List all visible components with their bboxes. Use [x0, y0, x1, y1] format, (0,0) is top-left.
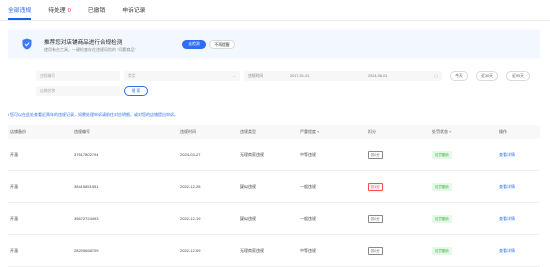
- status-badge: 处罚撤销: [432, 247, 452, 255]
- type-select-placeholder: 类型: [128, 74, 136, 78]
- search-button[interactable]: 搜 索: [124, 86, 148, 96]
- view-detail-link[interactable]: 查看详情: [499, 139, 515, 171]
- go-check-button[interactable]: 去检测: [182, 40, 206, 49]
- col-points: 扣分: [368, 129, 376, 134]
- view-detail-link[interactable]: 查看详情: [499, 171, 515, 203]
- cell-severity: 一般违规: [300, 184, 316, 189]
- violation-page: 全部违规 待处理 0 已撤销 申诉记录 推荐您对店铺商品进行合规检测 使用有台工具…: [0, 0, 550, 267]
- col-action: 操作: [499, 129, 507, 134]
- cell-store: 开溜: [10, 216, 18, 221]
- points-tag: 扣0分: [368, 215, 383, 223]
- cell-time: 2022-12-09: [180, 248, 201, 253]
- date-start-value: 2017-01-01: [290, 74, 310, 78]
- cell-store: 开溜: [10, 152, 18, 157]
- col-type: 违规类型: [240, 129, 256, 134]
- cell-store: 开溜: [10, 184, 18, 189]
- points-tag: 扣0分: [368, 247, 383, 255]
- cell-time: 2024-03-27: [180, 152, 201, 157]
- cell-type: 无理商家违规: [240, 152, 264, 157]
- cell-time: 2022-12-28: [180, 184, 201, 189]
- tab-pending-label: 待处理: [48, 8, 66, 14]
- type-select[interactable]: 类型 ⌄: [124, 71, 240, 81]
- table-row: 开溜 38415851951 2022-12-28 疑似违规 一般违规 扣1分 …: [8, 171, 540, 203]
- cell-time: 2022-12-19: [180, 216, 201, 221]
- status-badge: 处罚撤销: [432, 183, 452, 191]
- last-30-days-button[interactable]: 近30天: [476, 71, 498, 81]
- date-range-picker[interactable]: 违规时间 2017-01-01 2024-06-01 ▢: [244, 71, 442, 81]
- shield-icon: [22, 38, 32, 50]
- status-badge: 处罚撤销: [432, 215, 452, 223]
- cell-violation-no: 28209658709: [74, 248, 99, 253]
- banner-title: 推荐您对店铺商品进行合规检测: [44, 40, 123, 46]
- today-button[interactable]: 今天: [450, 71, 468, 81]
- pending-count-badge: 0: [67, 8, 71, 14]
- cell-severity: 中等违规: [300, 248, 316, 253]
- info-notice: i 您可以在此处查看近两年的违规记录，如需处理申诉请前往对应明细，或对您的店铺提…: [8, 112, 178, 117]
- table-header: 店铺备份 违规编号 违规时间 违规类型 严重程度 扣分 处罚状态 操作: [8, 125, 540, 139]
- calendar-icon: ▢: [434, 74, 438, 78]
- date-end-value: 2024-06-01: [368, 74, 388, 78]
- dont-remind-button[interactable]: 不再提醒: [209, 40, 235, 49]
- store-name-input[interactable]: 店铺名称: [36, 86, 120, 96]
- violation-no-input[interactable]: 违规编号: [36, 71, 120, 81]
- cell-severity: 一般违规: [300, 216, 316, 221]
- cell-severity: 中等违规: [300, 152, 316, 157]
- chevron-down-icon: ⌄: [232, 73, 236, 78]
- cell-violation-no: 35672724493: [74, 216, 99, 221]
- tab-divider: [0, 20, 550, 21]
- cell-type: 疑似违规: [240, 184, 256, 189]
- col-violation-no: 违规编号: [74, 129, 90, 134]
- date-range-label: 违规时间: [248, 74, 264, 78]
- table-row: 开溜 28209658709 2022-12-09 无理商家违规 中等违规 扣0…: [8, 235, 540, 267]
- col-time: 违规时间: [180, 129, 196, 134]
- view-detail-link[interactable]: 查看详情: [499, 203, 515, 235]
- points-tag: 扣1分: [368, 183, 383, 191]
- table-row: 开溜 37617802794 2024-03-27 无理商家违规 中等违规 扣0…: [8, 139, 540, 171]
- cell-store: 开溜: [10, 248, 18, 253]
- col-store: 店铺备份: [10, 129, 26, 134]
- table-row: 开溜 35672724493 2022-12-19 疑似违规 一般违规 扣0分 …: [8, 203, 540, 235]
- cell-type: 无理商家违规: [240, 248, 264, 253]
- cell-type: 疑似违规: [240, 216, 256, 221]
- store-name-placeholder: 店铺名称: [40, 89, 56, 93]
- col-status[interactable]: 处罚状态: [432, 125, 451, 139]
- col-severity[interactable]: 严重程度: [300, 125, 319, 139]
- compliance-banner: 推荐您对店铺商品进行合规检测 使用有台工具，一键检查存在违规风险的 "问题商品"…: [8, 29, 540, 59]
- cell-violation-no: 38415851951: [74, 184, 99, 189]
- last-90-days-button[interactable]: 近90天: [506, 71, 530, 81]
- view-detail-link[interactable]: 查看详情: [499, 235, 515, 267]
- points-tag: 扣0分: [368, 151, 383, 159]
- status-badge: 处罚撤销: [432, 151, 452, 159]
- violation-no-placeholder: 违规编号: [40, 74, 56, 78]
- cell-violation-no: 37617802794: [74, 152, 99, 157]
- banner-subtitle: 使用有台工具，一键检查存在违规风险的 "问题商品": [44, 47, 136, 52]
